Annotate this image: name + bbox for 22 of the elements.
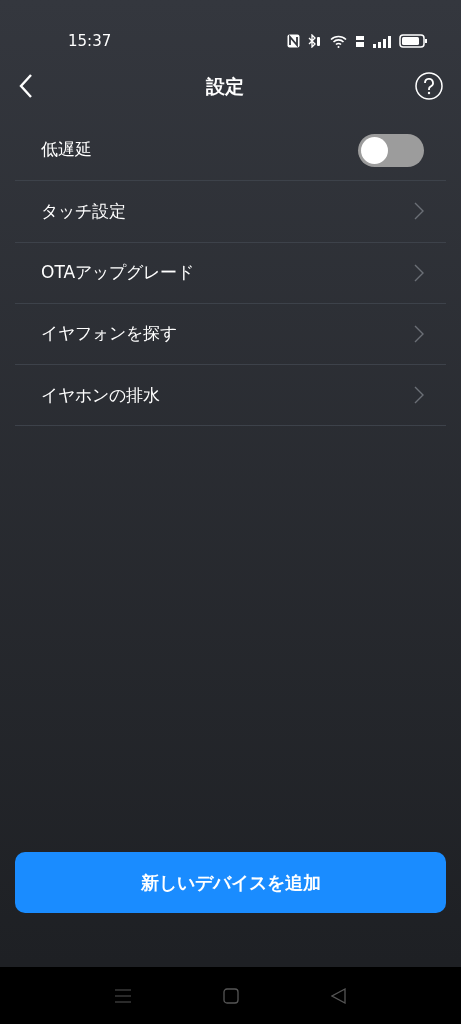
setting-label: OTAアップグレード	[41, 261, 195, 284]
battery-icon	[399, 34, 427, 48]
setting-label: イヤフォンを探す	[41, 322, 177, 346]
status-time: 15:37	[68, 30, 112, 52]
wifi-icon	[330, 34, 347, 48]
help-icon[interactable]	[415, 72, 443, 100]
setting-label: 低遅延	[41, 138, 92, 162]
back-triangle-icon[interactable]	[331, 987, 346, 1004]
nfc-icon	[287, 34, 300, 48]
chevron-right-icon[interactable]	[414, 202, 424, 221]
page-title: 設定	[205, 73, 244, 99]
add-device-button[interactable]: 新しいデバイスを追加	[15, 852, 446, 913]
bluetooth-icon	[308, 34, 322, 48]
chevron-right-icon[interactable]	[414, 386, 424, 405]
back-icon[interactable]	[18, 73, 34, 99]
chevron-right-icon[interactable]	[414, 263, 424, 282]
signal-icon	[373, 34, 391, 48]
home-icon[interactable]	[223, 987, 239, 1004]
setting-label: タッチ設定	[41, 199, 126, 223]
setting-label: イヤホンの排水	[41, 383, 160, 407]
toggle-switch[interactable]	[358, 133, 424, 167]
chevron-right-icon[interactable]	[414, 325, 424, 344]
